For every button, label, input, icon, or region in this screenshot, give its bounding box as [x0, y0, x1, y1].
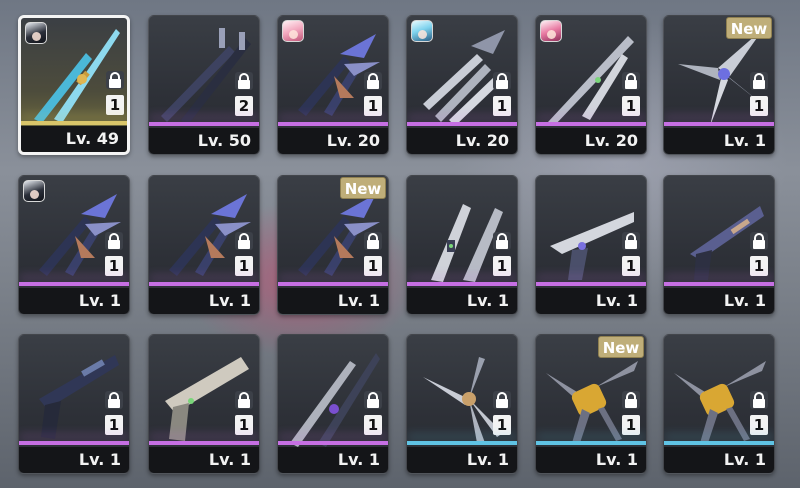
level-label: Lv. 1 [664, 128, 774, 154]
quantity-badge: 1 [622, 415, 640, 435]
rarity-bar [19, 441, 129, 445]
weapon-inventory-grid: 1 Lv. 49 2 Lv. 50 1 Lv. 20 1 Lv. 20 1 Lv… [0, 0, 800, 488]
new-badge: New [340, 177, 386, 199]
weapon-card[interactable]: 1 Lv. 1 [277, 334, 389, 474]
quantity-badge: 1 [750, 256, 768, 276]
level-label: Lv. 1 [536, 447, 646, 473]
quantity-badge: 1 [106, 95, 124, 115]
rarity-bar [664, 282, 774, 286]
weapon-card[interactable]: 1 Lv. 20 [535, 15, 647, 155]
level-label: Lv. 1 [19, 447, 129, 473]
weapon-card[interactable]: New 1 Lv. 1 [535, 334, 647, 474]
lock-icon[interactable] [235, 232, 253, 250]
level-label: Lv. 50 [149, 128, 259, 154]
lock-icon[interactable] [364, 232, 382, 250]
rarity-bar [19, 282, 129, 286]
lock-icon[interactable] [105, 391, 123, 409]
quantity-badge: 1 [622, 96, 640, 116]
rarity-bar [407, 282, 517, 286]
lock-icon[interactable] [622, 72, 640, 90]
quantity-badge: 1 [364, 96, 382, 116]
quantity-badge: 1 [235, 415, 253, 435]
weapon-card[interactable]: 1 Lv. 1 [406, 334, 518, 474]
rarity-bar [664, 122, 774, 126]
quantity-badge: 1 [235, 256, 253, 276]
lock-icon[interactable] [364, 391, 382, 409]
weapon-card[interactable]: 1 Lv. 20 [277, 15, 389, 155]
weapon-card[interactable]: 2 Lv. 50 [148, 15, 260, 155]
rarity-bar [536, 441, 646, 445]
lock-icon[interactable] [493, 72, 511, 90]
weapon-card[interactable]: New 1 Lv. 1 [277, 175, 389, 315]
rarity-bar [278, 282, 388, 286]
equipped-character-avatar [282, 20, 304, 42]
rarity-bar [149, 282, 259, 286]
weapon-card[interactable]: 1 Lv. 49 [18, 15, 130, 155]
quantity-badge: 1 [493, 256, 511, 276]
new-badge: New [598, 336, 644, 358]
lock-icon[interactable] [750, 391, 768, 409]
quantity-badge: 1 [105, 256, 123, 276]
rarity-bar [664, 441, 774, 445]
rarity-bar [536, 122, 646, 126]
lock-icon[interactable] [105, 232, 123, 250]
lock-icon[interactable] [622, 232, 640, 250]
level-label: Lv. 1 [149, 288, 259, 314]
weapon-card[interactable]: 1 Lv. 1 [18, 334, 130, 474]
quantity-badge: 2 [235, 96, 253, 116]
lock-icon[interactable] [750, 72, 768, 90]
rarity-bar [21, 121, 127, 125]
equipped-character-avatar [411, 20, 433, 42]
lock-icon[interactable] [493, 232, 511, 250]
quantity-badge: 1 [750, 96, 768, 116]
rarity-bar [407, 441, 517, 445]
lock-icon[interactable] [750, 232, 768, 250]
weapon-card[interactable]: 1 Lv. 1 [18, 175, 130, 315]
new-badge: New [726, 17, 772, 39]
rarity-bar [149, 122, 259, 126]
level-label: Lv. 1 [664, 288, 774, 314]
level-label: Lv. 1 [278, 447, 388, 473]
level-label: Lv. 1 [149, 447, 259, 473]
level-label: Lv. 1 [278, 288, 388, 314]
quantity-badge: 1 [364, 415, 382, 435]
level-label: Lv. 20 [536, 128, 646, 154]
equipped-character-avatar [540, 20, 562, 42]
weapon-card[interactable]: 1 Lv. 1 [663, 175, 775, 315]
quantity-badge: 1 [622, 256, 640, 276]
lock-icon[interactable] [235, 391, 253, 409]
weapon-card[interactable]: 1 Lv. 1 [535, 175, 647, 315]
weapon-card[interactable]: New 1 Lv. 1 [663, 15, 775, 155]
quantity-badge: 1 [105, 415, 123, 435]
weapon-card[interactable]: 1 Lv. 20 [406, 15, 518, 155]
quantity-badge: 1 [493, 96, 511, 116]
level-label: Lv. 1 [536, 288, 646, 314]
quantity-badge: 1 [364, 256, 382, 276]
lock-icon[interactable] [106, 71, 124, 89]
equipped-character-avatar [23, 180, 45, 202]
lock-icon[interactable] [493, 391, 511, 409]
rarity-bar [407, 122, 517, 126]
rarity-bar [278, 122, 388, 126]
lock-icon[interactable] [622, 391, 640, 409]
quantity-badge: 1 [493, 415, 511, 435]
level-label: Lv. 1 [407, 447, 517, 473]
rarity-bar [536, 282, 646, 286]
weapon-card[interactable]: 1 Lv. 1 [148, 334, 260, 474]
rarity-bar [278, 441, 388, 445]
lock-icon[interactable] [364, 72, 382, 90]
lock-icon[interactable] [235, 72, 253, 90]
rarity-bar [149, 441, 259, 445]
level-label: Lv. 20 [407, 128, 517, 154]
level-label: Lv. 20 [278, 128, 388, 154]
quantity-badge: 1 [750, 415, 768, 435]
weapon-card[interactable]: 1 Lv. 1 [148, 175, 260, 315]
level-label: Lv. 49 [21, 126, 127, 152]
equipped-character-avatar [25, 22, 47, 44]
level-label: Lv. 1 [664, 447, 774, 473]
weapon-card[interactable]: 1 Lv. 1 [663, 334, 775, 474]
level-label: Lv. 1 [19, 288, 129, 314]
weapon-card[interactable]: 1 Lv. 1 [406, 175, 518, 315]
level-label: Lv. 1 [407, 288, 517, 314]
